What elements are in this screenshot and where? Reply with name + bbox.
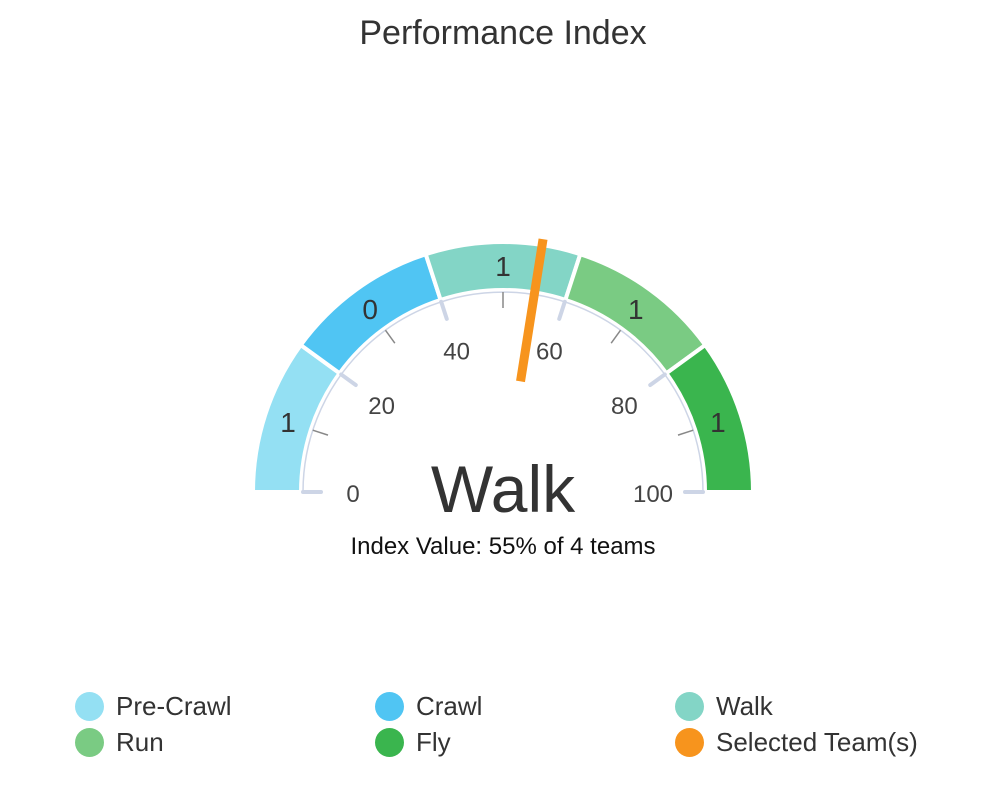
- gauge-center-label: Walk: [431, 452, 576, 526]
- gauge-tick-label: 60: [536, 338, 563, 365]
- legend-label: Selected Team(s): [716, 726, 918, 757]
- gauge-sub-label: Index Value: 55% of 4 teams: [350, 533, 655, 560]
- gauge-band-count: 1: [710, 407, 726, 438]
- gauge-major-tick: [439, 299, 449, 321]
- legend-swatch: [375, 727, 404, 757]
- legend-label: Walk: [716, 690, 773, 721]
- gauge-tick-label: 40: [443, 338, 470, 365]
- legend-item[interactable]: Selected Team(s): [675, 726, 975, 758]
- legend-swatch: [75, 691, 104, 721]
- legend-label: Run: [116, 726, 164, 757]
- legend-label: Pre-Crawl: [116, 690, 232, 721]
- gauge-band-count: 1: [495, 251, 511, 282]
- gauge-tick-label: 20: [368, 393, 395, 420]
- gauge-band-pre-crawl[interactable]: [250, 342, 343, 494]
- legend: Pre-Crawl Crawl Walk Run Fly Selected Team(s): [75, 690, 975, 758]
- legend-item[interactable]: Pre-Crawl: [75, 690, 375, 722]
- gauge-minor-tick: [312, 429, 329, 436]
- gauge-chart: 1 0 1 1 1 0 20 40 60 80 100 Walk Index Value: 55%…: [250, 238, 756, 560]
- legend-swatch: [675, 691, 704, 721]
- gauge-major-tick: [557, 299, 567, 321]
- legend-item[interactable]: Run: [75, 726, 375, 758]
- gauge-tick-label: 80: [611, 393, 638, 420]
- gauge-band-count: 0: [362, 294, 378, 325]
- legend-item[interactable]: Fly: [375, 726, 675, 758]
- gauge-band-count: 1: [280, 407, 296, 438]
- gauge-minor-tick: [384, 329, 396, 344]
- legend-swatch: [75, 727, 104, 757]
- legend-item[interactable]: Walk: [675, 690, 975, 722]
- gauge-band-count: 1: [628, 294, 644, 325]
- gauge-tick-label: 100: [633, 481, 673, 508]
- gauge-minor-tick: [610, 329, 622, 344]
- gauge-major-tick: [648, 372, 667, 388]
- legend-item[interactable]: Crawl: [375, 690, 675, 722]
- gauge-tick-label: 0: [346, 481, 359, 508]
- legend-swatch: [675, 727, 704, 757]
- legend-swatch: [375, 691, 404, 721]
- gauge-major-tick: [339, 372, 358, 388]
- legend-label: Fly: [416, 726, 451, 757]
- gauge-minor-tick: [677, 429, 694, 436]
- legend-label: Crawl: [416, 690, 483, 721]
